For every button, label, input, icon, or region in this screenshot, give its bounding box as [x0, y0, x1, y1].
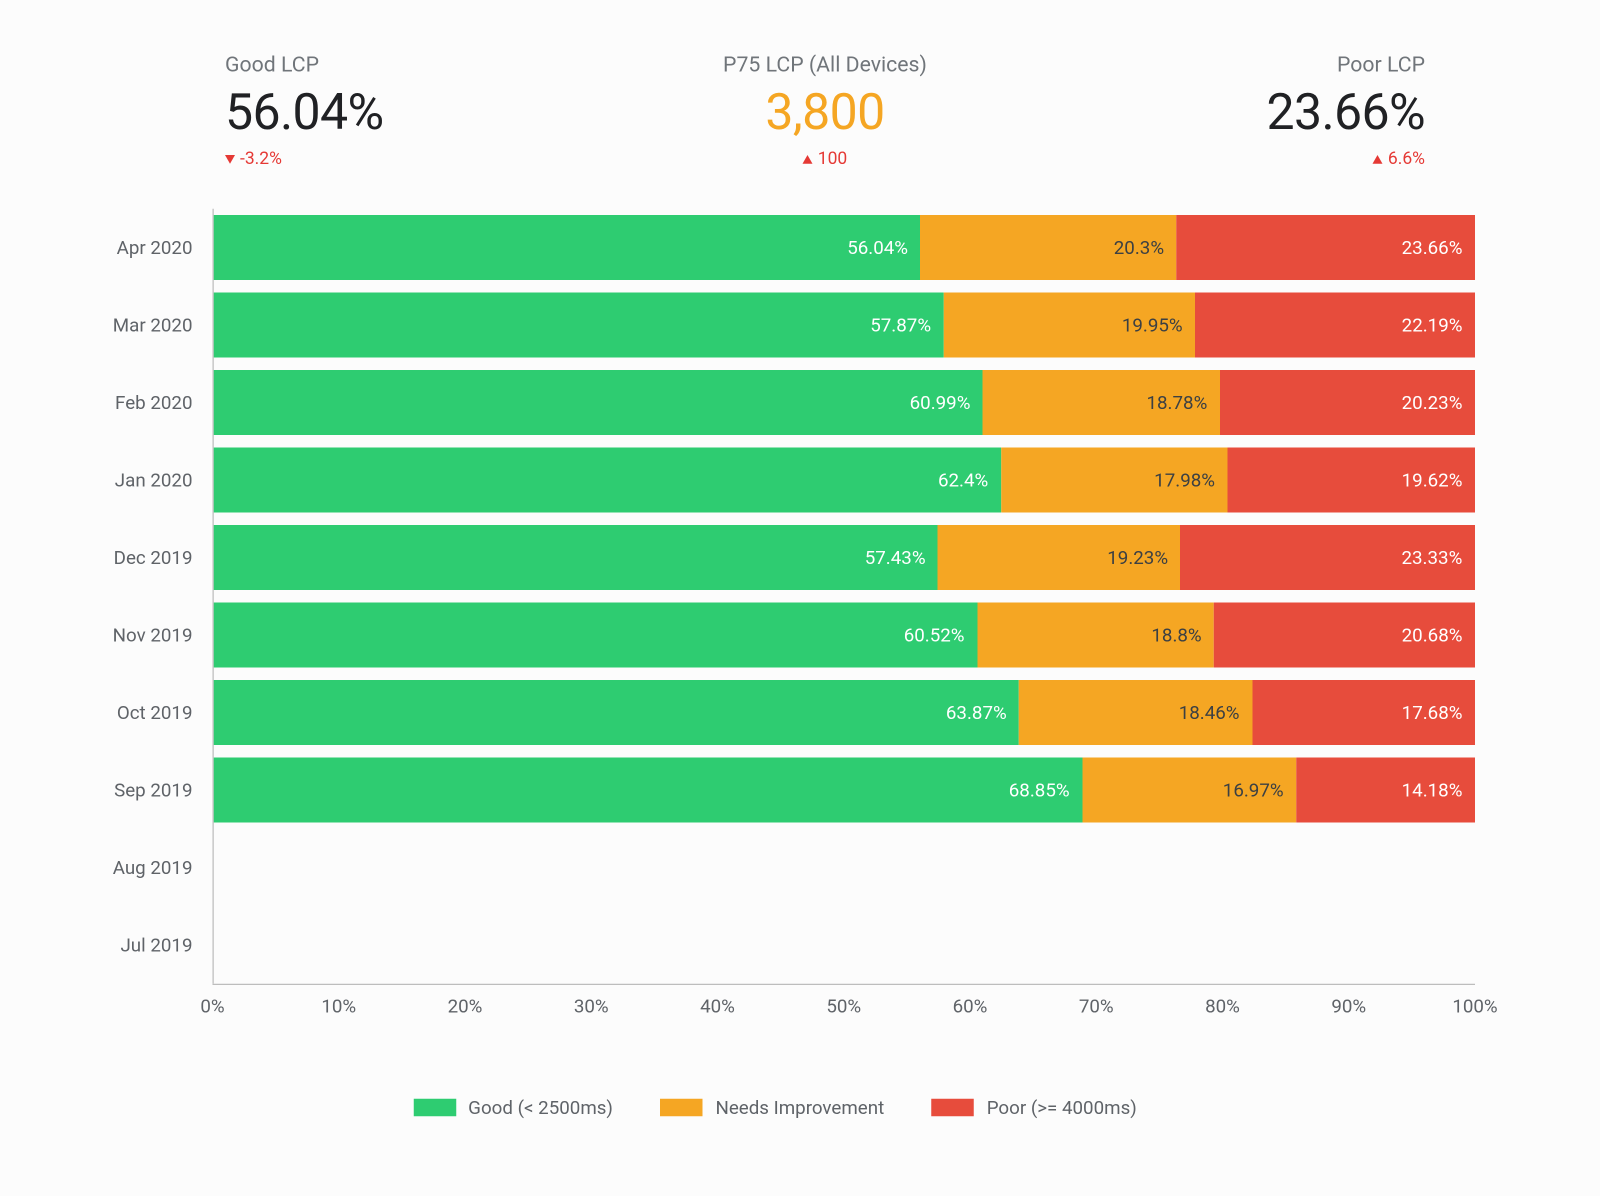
y-axis-label: Nov 2019: [75, 596, 213, 674]
bar-row: 60.52%18.8%20.68%: [214, 596, 1475, 674]
x-axis: 0%10%20%30%40%50%60%70%80%90%100%: [213, 984, 1476, 1022]
bar-segment-good: 60.99%: [214, 370, 983, 435]
bar-row: [214, 829, 1475, 907]
bar-segment-needs: 18.46%: [1019, 680, 1252, 745]
x-axis-tick: 0%: [200, 995, 224, 1018]
bar-row: 62.4%17.98%19.62%: [214, 441, 1475, 519]
metric-value: 56.04%: [225, 83, 383, 142]
metric-delta: -3.2%: [225, 149, 282, 169]
bar-segment-good: 62.4%: [214, 448, 1001, 513]
bar-segment-poor: 17.68%: [1252, 680, 1475, 745]
bar-segment-poor: 19.62%: [1228, 448, 1475, 513]
metric-label: Good LCP: [225, 53, 319, 78]
bar-segment-poor: 20.23%: [1220, 370, 1475, 435]
arrow-down-icon: [225, 154, 235, 163]
x-axis-tick: 90%: [1331, 995, 1366, 1018]
stacked-bar: 63.87%18.46%17.68%: [214, 680, 1475, 745]
bar-segment-needs: 19.23%: [938, 525, 1181, 590]
lcp-dashboard: Good LCP 56.04% -3.2% P75 LCP (All Devic…: [0, 0, 1600, 1195]
stacked-bar: 62.4%17.98%19.62%: [214, 448, 1475, 513]
bar-row: 68.85%16.97%14.18%: [214, 751, 1475, 829]
x-axis-tick: 20%: [448, 995, 483, 1018]
lcp-stacked-bar-chart: Apr 2020Mar 2020Feb 2020Jan 2020Dec 2019…: [75, 209, 1475, 1119]
x-axis-tick: 60%: [953, 995, 988, 1018]
arrow-up-icon: [803, 154, 813, 163]
legend-label: Needs Improvement: [715, 1096, 884, 1119]
stacked-bar: 68.85%16.97%14.18%: [214, 758, 1475, 823]
y-axis-label: Aug 2019: [75, 829, 213, 907]
x-axis-tick: 50%: [826, 995, 861, 1018]
bar-segment-good: 56.04%: [214, 215, 921, 280]
legend-item-good: Good (< 2500ms): [413, 1096, 613, 1119]
bar-segment-good: 60.52%: [214, 603, 977, 668]
metric-delta: 100: [803, 149, 848, 169]
bar-row: 57.43%19.23%23.33%: [214, 519, 1475, 597]
stacked-bar: 57.43%19.23%23.33%: [214, 525, 1475, 590]
bar-segment-poor: 23.33%: [1181, 525, 1475, 590]
y-axis-label: Apr 2020: [75, 209, 213, 287]
y-axis-label: Mar 2020: [75, 286, 213, 364]
y-axis-label: Oct 2019: [75, 674, 213, 752]
bar-row: 57.87%19.95%22.19%: [214, 286, 1475, 364]
bar-segment-needs: 16.97%: [1082, 758, 1296, 823]
bar-segment-good: 57.43%: [214, 525, 938, 590]
stacked-bar: 57.87%19.95%22.19%: [214, 293, 1475, 358]
metric-good-lcp: Good LCP 56.04% -3.2%: [225, 53, 383, 169]
x-axis-tick: 30%: [574, 995, 609, 1018]
x-axis-tick: 100%: [1452, 995, 1497, 1018]
metric-value: 23.66%: [1267, 83, 1425, 142]
legend-swatch-icon: [932, 1099, 975, 1117]
metric-poor-lcp: Poor LCP 23.66% 6.6%: [1267, 53, 1425, 169]
legend-swatch-icon: [660, 1099, 703, 1117]
chart-plot: Apr 2020Mar 2020Feb 2020Jan 2020Dec 2019…: [75, 209, 1475, 984]
metric-delta-value: 100: [818, 149, 848, 169]
bar-segment-needs: 20.3%: [921, 215, 1177, 280]
bar-segment-good: 68.85%: [214, 758, 1082, 823]
x-axis-tick: 70%: [1079, 995, 1114, 1018]
metric-header: Good LCP 56.04% -3.2% P75 LCP (All Devic…: [225, 53, 1425, 169]
bar-segment-poor: 23.66%: [1177, 215, 1475, 280]
bar-segment-poor: 20.68%: [1214, 603, 1475, 668]
stacked-bar: 60.99%18.78%20.23%: [214, 370, 1475, 435]
bar-segment-poor: 14.18%: [1296, 758, 1475, 823]
chart-bars: 56.04%20.3%23.66% 57.87%19.95%22.19% 60.99…: [213, 209, 1476, 984]
metric-delta: 6.6%: [1373, 149, 1425, 169]
y-axis-label: Sep 2019: [75, 751, 213, 829]
legend-label: Good (< 2500ms): [468, 1096, 613, 1119]
arrow-up-icon: [1373, 154, 1383, 163]
y-axis-labels: Apr 2020Mar 2020Feb 2020Jan 2020Dec 2019…: [75, 209, 213, 984]
bar-segment-good: 57.87%: [214, 293, 944, 358]
bar-segment-needs: 18.78%: [983, 370, 1220, 435]
x-axis-tick: 40%: [700, 995, 735, 1018]
bar-row: 56.04%20.3%23.66%: [214, 209, 1475, 287]
legend-label: Poor (>= 4000ms): [987, 1096, 1137, 1119]
x-axis-tick: 80%: [1205, 995, 1240, 1018]
metric-label: P75 LCP (All Devices): [723, 53, 927, 78]
legend-item-poor: Poor (>= 4000ms): [932, 1096, 1137, 1119]
metric-label: Poor LCP: [1337, 53, 1425, 78]
chart-legend: Good (< 2500ms) Needs Improvement Poor (…: [75, 1096, 1475, 1119]
metric-p75-lcp: P75 LCP (All Devices) 3,800 100: [723, 53, 927, 169]
bar-row: 60.99%18.78%20.23%: [214, 364, 1475, 442]
y-axis-label: Dec 2019: [75, 519, 213, 597]
stacked-bar: 56.04%20.3%23.66%: [214, 215, 1475, 280]
metric-delta-value: 6.6%: [1388, 149, 1425, 169]
y-axis-label: Feb 2020: [75, 364, 213, 442]
bar-row: 63.87%18.46%17.68%: [214, 674, 1475, 752]
bar-segment-needs: 18.8%: [977, 603, 1214, 668]
bar-segment-needs: 19.95%: [944, 293, 1196, 358]
metric-delta-value: -3.2%: [240, 149, 282, 169]
bar-segment-needs: 17.98%: [1001, 448, 1228, 513]
legend-swatch-icon: [413, 1099, 456, 1117]
bar-segment-good: 63.87%: [214, 680, 1019, 745]
stacked-bar: 60.52%18.8%20.68%: [214, 603, 1475, 668]
legend-item-needs: Needs Improvement: [660, 1096, 884, 1119]
bar-segment-poor: 22.19%: [1195, 293, 1475, 358]
bar-row: [214, 906, 1475, 984]
metric-value: 3,800: [765, 83, 884, 142]
y-axis-label: Jul 2019: [75, 906, 213, 984]
y-axis-label: Jan 2020: [75, 441, 213, 519]
x-axis-tick: 10%: [321, 995, 356, 1018]
